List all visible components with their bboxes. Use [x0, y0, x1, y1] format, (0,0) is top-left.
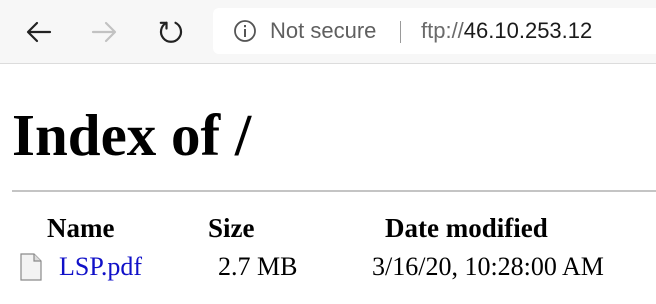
file-icon: [20, 253, 42, 281]
url-text[interactable]: ftp://46.10.253.12: [421, 18, 592, 44]
column-header-size[interactable]: Size: [208, 215, 255, 242]
url-scheme: ftp://: [421, 18, 464, 43]
refresh-button[interactable]: [153, 14, 189, 50]
info-icon[interactable]: [233, 19, 257, 43]
forward-button[interactable]: [86, 14, 122, 50]
security-label: Not secure: [270, 18, 377, 43]
file-link[interactable]: LSP.pdf: [59, 254, 142, 280]
refresh-icon: [159, 21, 183, 43]
back-button[interactable]: [21, 14, 57, 50]
title-divider: [12, 190, 656, 192]
file-date-modified: 3/16/20, 10:28:00 AM: [372, 252, 604, 281]
address-bar[interactable]: Not secure ftp://46.10.253.12: [213, 8, 656, 54]
url-host: 46.10.253.12: [463, 18, 593, 43]
page-title: Index of /: [12, 102, 252, 168]
column-header-date[interactable]: Date modified: [385, 215, 548, 242]
address-separator: [400, 21, 401, 43]
forward-arrow-icon: [91, 21, 117, 43]
column-header-name[interactable]: Name: [47, 215, 114, 242]
file-size: 2.7 MB: [218, 252, 298, 281]
browser-toolbar: Not secure ftp://46.10.253.12: [0, 0, 656, 64]
back-arrow-icon: [26, 21, 52, 43]
